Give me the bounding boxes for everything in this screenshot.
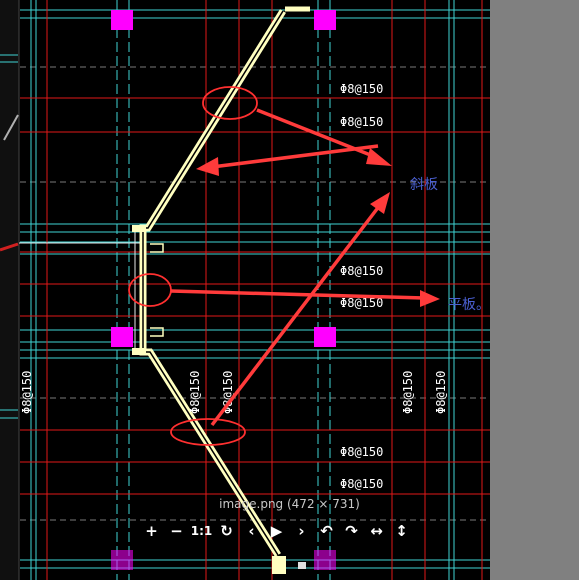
rebar-label: Φ8@150 bbox=[340, 445, 383, 459]
image-caption: image.png (472 × 731) bbox=[219, 497, 360, 511]
left-panel-strip bbox=[0, 0, 19, 580]
rotate-right-button[interactable]: ↷ bbox=[340, 517, 363, 545]
rebar-label: Φ8@150 bbox=[340, 477, 383, 491]
rotate-left-button[interactable]: ↶ bbox=[315, 517, 338, 545]
flip-horizontal-icon: ↔ bbox=[370, 522, 383, 540]
rotate-left-icon: ↶ bbox=[320, 522, 333, 540]
column bbox=[314, 327, 336, 347]
reset-button[interactable]: ↻ bbox=[215, 517, 238, 545]
actual-size-icon: 1:1 bbox=[190, 524, 213, 538]
flip-vertical-button[interactable]: ↕ bbox=[390, 517, 413, 545]
cad-drawing-canvas: Φ8@150 Φ8@150 Φ8@150 Φ8@150 Φ8@150 Φ8@15… bbox=[0, 0, 490, 580]
rebar-label-vertical: Φ8@150 bbox=[221, 371, 235, 414]
rebar-label-vertical: Φ8@150 bbox=[434, 371, 448, 414]
flat-slab-label: 平板。 bbox=[448, 297, 490, 313]
flip-horizontal-button[interactable]: ↔ bbox=[365, 517, 388, 545]
viewer-toolbar: + −1:1 ↻ ‹ ▶ › ↶ ↷ ↔ ↕ bbox=[140, 516, 430, 546]
column bbox=[111, 550, 133, 570]
play-button[interactable]: ▶ bbox=[265, 517, 288, 545]
rebar-label-vertical: Φ8@150 bbox=[188, 371, 202, 414]
column bbox=[111, 327, 133, 347]
previous-icon: ‹ bbox=[248, 522, 255, 540]
rebar-label: Φ8@150 bbox=[340, 115, 383, 129]
actual-size-button[interactable]: 1:1 bbox=[190, 517, 213, 545]
drawing-background bbox=[0, 0, 490, 580]
flip-vertical-icon: ↕ bbox=[395, 522, 408, 540]
zoom-in-icon: + bbox=[145, 522, 158, 540]
column bbox=[314, 10, 336, 30]
next-button[interactable]: › bbox=[290, 517, 313, 545]
sloped-slab-label: 斜板 bbox=[410, 177, 438, 193]
reset-icon: ↻ bbox=[220, 522, 233, 540]
zoom-in-button[interactable]: + bbox=[140, 517, 163, 545]
next-icon: › bbox=[298, 522, 305, 540]
play-icon: ▶ bbox=[270, 522, 283, 540]
rebar-label: Φ8@150 bbox=[340, 264, 383, 278]
column bbox=[111, 10, 133, 30]
previous-button[interactable]: ‹ bbox=[240, 517, 263, 545]
rotate-right-icon: ↷ bbox=[345, 522, 358, 540]
rebar-label-vertical: Φ8@150 bbox=[20, 371, 34, 414]
column bbox=[314, 550, 336, 570]
image-viewer: Φ8@150 Φ8@150 Φ8@150 Φ8@150 Φ8@150 Φ8@15… bbox=[0, 0, 579, 580]
zoom-out-button[interactable]: − bbox=[165, 517, 188, 545]
rebar-label: Φ8@150 bbox=[340, 82, 383, 96]
zoom-out-icon: − bbox=[170, 522, 183, 540]
rebar-label-vertical: Φ8@150 bbox=[401, 371, 415, 414]
